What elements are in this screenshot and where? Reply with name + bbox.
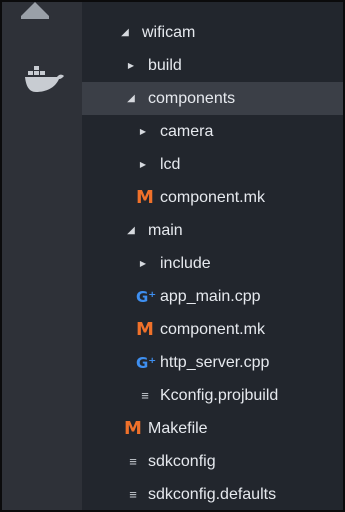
- tree-item-label: main: [148, 221, 183, 239]
- makefile-icon: M: [136, 187, 154, 208]
- chevron-right-icon[interactable]: ▶: [136, 127, 150, 136]
- tree-folder-camera[interactable]: ▶ camera: [82, 115, 343, 148]
- chevron-right-icon[interactable]: ▶: [124, 61, 138, 70]
- file-tree: ◢ wificam ▶ build ◢ components ▶ camera ▶ lcd Mcom…: [82, 2, 343, 510]
- chevron-down-icon[interactable]: ◢: [118, 27, 132, 38]
- tree-file-kconfig-projbuild[interactable]: ≡ Kconfig.projbuild: [82, 379, 343, 412]
- makefile-icon: M: [124, 418, 142, 439]
- tree-folder-components[interactable]: ◢ components: [82, 82, 343, 115]
- tree-item-label: build: [148, 56, 182, 74]
- tree-file-sdkconfig[interactable]: ≡ sdkconfig: [82, 445, 343, 478]
- tree-folder-build[interactable]: ▶ build: [82, 49, 343, 82]
- activity-bar: [2, 2, 82, 510]
- text-lines-icon: ≡: [129, 487, 137, 502]
- tree-item-label: sdkconfig.defaults: [148, 485, 277, 503]
- tree-folder-main[interactable]: ◢ main: [82, 214, 343, 247]
- tree-item-label: app_main.cpp: [160, 287, 261, 305]
- tree-item-label: Kconfig.projbuild: [160, 386, 279, 404]
- tree-folder-wificam[interactable]: ◢ wificam: [82, 16, 343, 49]
- tree-item-label: include: [160, 254, 211, 272]
- chevron-right-icon[interactable]: ▶: [136, 160, 150, 169]
- tree-item-label: sdkconfig: [148, 452, 216, 470]
- text-lines-icon: ≡: [141, 388, 149, 403]
- cpp-icon: G⁺: [136, 353, 157, 372]
- tree-file-makefile[interactable]: M Makefile: [82, 412, 343, 445]
- tree-item-label: Makefile: [148, 419, 208, 437]
- tree-file-component-mk[interactable]: Mcomponent.mk: [82, 313, 343, 346]
- text-lines-icon: ≡: [129, 454, 137, 469]
- makefile-icon: M: [136, 319, 154, 340]
- tree-item-label: http_server.cpp: [160, 353, 270, 371]
- cpp-icon: G⁺: [136, 287, 157, 306]
- tree-item-label: component.mk: [160, 188, 265, 206]
- tree-file-app-main-cpp[interactable]: G⁺ app_main.cpp: [82, 280, 343, 313]
- docker-icon[interactable]: [24, 64, 66, 94]
- tree-folder-lcd[interactable]: ▶ lcd: [82, 148, 343, 181]
- explorer-icon[interactable]: [21, 2, 49, 19]
- tree-item-label: component.mk: [160, 320, 265, 338]
- chevron-down-icon[interactable]: ◢: [124, 225, 138, 236]
- tree-file-sdkconfig-defaults[interactable]: ≡ sdkconfig.defaults: [82, 478, 343, 510]
- tree-item-label: components: [148, 89, 236, 107]
- tree-folder-include[interactable]: ▶ include: [82, 247, 343, 280]
- chevron-down-icon[interactable]: ◢: [124, 93, 138, 104]
- tree-item-label: camera: [160, 122, 214, 140]
- tree-file-http-server-cpp[interactable]: G⁺ http_server.cpp: [82, 346, 343, 379]
- explorer-window: ◢ wificam ▶ build ◢ components ▶ camera ▶ lcd Mcom…: [0, 0, 345, 512]
- tree-file-component-mk[interactable]: Mcomponent.mk: [82, 181, 343, 214]
- tree-item-label: wificam: [142, 23, 196, 41]
- tree-item-label: lcd: [160, 155, 181, 173]
- chevron-right-icon[interactable]: ▶: [136, 259, 150, 268]
